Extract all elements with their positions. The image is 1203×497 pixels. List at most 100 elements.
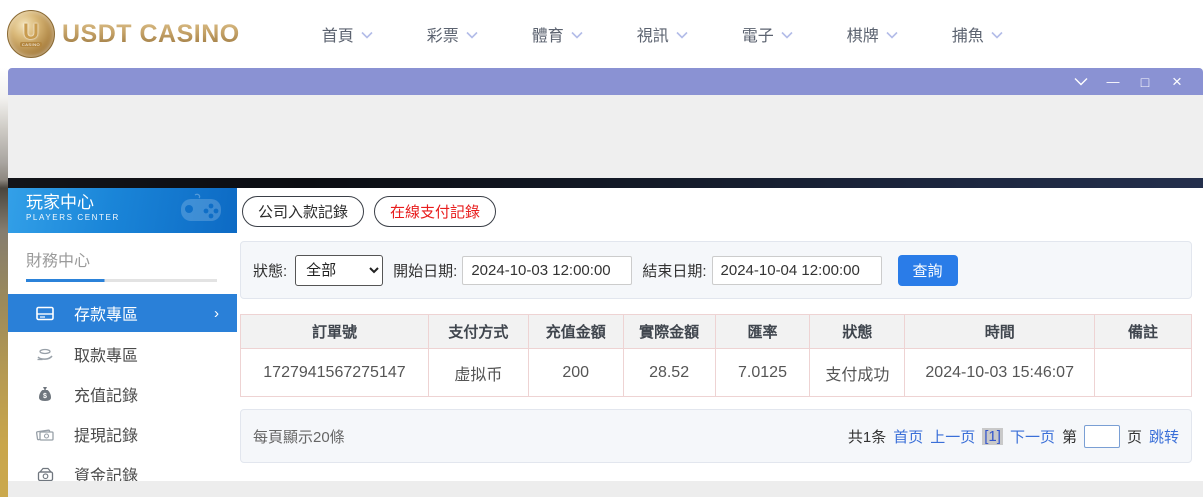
sidebar-menu: 存款專區 › 取款專區 $ 充值記錄 提現記錄 資金記錄: [8, 294, 237, 494]
background-image-strip: [0, 68, 8, 497]
next-page-link[interactable]: 下一页: [1010, 426, 1055, 447]
nav-label: 捕魚: [951, 28, 984, 45]
col-header-time: 時間: [904, 314, 1096, 349]
records-table: 訂單號 支付方式 充值金額 實際金額 匯率 狀態 時間 備註 172794156…: [240, 314, 1192, 397]
nav-item-sports[interactable]: 體育: [505, 22, 610, 46]
logo-sub-label: CASINO: [19, 41, 43, 47]
sidebar-item-withdraw-zone[interactable]: 取款專區: [8, 334, 237, 374]
pagination-panel: 每頁顯示20條 共1条 首页 上一页 [1] 下一页 第 页 跳转: [240, 409, 1192, 463]
cell-recharge-amount: 200: [527, 348, 624, 397]
col-header-actual-amount: 實際金額: [622, 314, 716, 349]
filter-panel: 狀態: 全部 開始日期: 結束日期: 查詢: [240, 241, 1192, 299]
chevron-down-icon: [991, 31, 1003, 39]
nav-item-home[interactable]: 首頁: [295, 22, 400, 46]
sidebar-header: 玩家中心 PLAYERS CENTER: [8, 188, 237, 233]
col-header-status: 狀態: [809, 314, 906, 349]
logo-letter: U: [23, 18, 39, 44]
end-date-input[interactable]: [711, 255, 882, 285]
menu-label: 取款專區: [74, 348, 139, 365]
nav-label: 電子: [741, 28, 774, 45]
query-button[interactable]: 查詢: [897, 254, 958, 286]
start-date-label: 開始日期:: [393, 262, 458, 280]
col-header-remark: 備註: [1094, 314, 1192, 349]
col-header-order-no: 訂單號: [240, 314, 429, 349]
status-select[interactable]: 全部: [295, 254, 384, 286]
chevron-down-icon: [361, 31, 373, 39]
nav-item-slots[interactable]: 電子: [715, 22, 820, 46]
first-page-link[interactable]: 首页: [893, 426, 923, 447]
jump-prefix-label: 第: [1061, 428, 1077, 446]
cell-actual-amount: 28.52: [622, 348, 716, 397]
menu-label: 存款專區: [74, 307, 139, 324]
tab-online-payment-records[interactable]: 在線支付記錄: [374, 196, 497, 227]
nav-label: 體育: [531, 28, 564, 45]
chevron-right-icon: ›: [214, 304, 219, 322]
page-size-text: 每頁顯示20條: [253, 428, 345, 446]
menu-label: 充值記錄: [74, 388, 139, 405]
dark-divider-band: [8, 178, 1203, 188]
nav-label: 視訊: [636, 28, 669, 45]
sidebar-item-recharge-records[interactable]: $ 充值記錄: [8, 374, 237, 414]
recharge-moneybag-icon: $: [36, 386, 54, 402]
window-minimize-icon[interactable]: —: [1097, 68, 1129, 95]
nav-item-fishing[interactable]: 捕魚: [925, 22, 1030, 46]
cell-remark: [1094, 348, 1192, 397]
nav-label: 棋牌: [846, 28, 879, 45]
brand-logo[interactable]: U CASINO USDT CASINO: [7, 10, 240, 58]
end-date-label: 結束日期:: [642, 262, 707, 280]
app-window: — □ × 玩家中心 PLAYERS CENTER 財務中心 存款專區 › 取款…: [8, 68, 1203, 497]
main-panel: 公司入款記錄 在線支付記錄 狀態: 全部 開始日期: 結束日期: 查詢: [240, 188, 1192, 463]
main-menu: 首頁 彩票 體育 視訊 電子 棋牌 捕魚: [295, 22, 1030, 46]
table-header-row: 訂單號 支付方式 充值金額 實際金額 匯率 狀態 時間 備註: [240, 314, 1192, 349]
current-page-indicator: [1]: [982, 427, 1003, 445]
sidebar-item-deposit-zone[interactable]: 存款專區 ›: [8, 294, 237, 332]
cell-pay-method: 虚拟币: [427, 348, 529, 397]
nav-item-lottery[interactable]: 彩票: [400, 22, 505, 46]
sidebar-item-withdrawal-records[interactable]: 提現記錄: [8, 414, 237, 454]
chevron-down-icon: [676, 31, 688, 39]
chevron-down-icon: [886, 31, 898, 39]
brand-name: USDT CASINO: [62, 19, 240, 48]
jump-action-link[interactable]: 跳转: [1149, 426, 1179, 447]
section-divider: [26, 279, 217, 282]
funds-record-icon: [36, 467, 54, 482]
finance-center-heading: 財務中心: [26, 253, 91, 270]
cell-time: 2024-10-03 15:46:07: [904, 348, 1096, 397]
sidebar: 玩家中心 PLAYERS CENTER 財務中心 存款專區 › 取款專區 $ 充…: [8, 188, 237, 485]
chevron-down-icon: [781, 31, 793, 39]
start-date-input[interactable]: [462, 255, 633, 285]
prev-page-link[interactable]: 上一页: [930, 426, 975, 447]
window-close-icon[interactable]: ×: [1161, 68, 1193, 95]
nav-item-cards[interactable]: 棋牌: [820, 22, 925, 46]
window-titlebar: — □ ×: [8, 68, 1203, 95]
cell-order-no: 1727941567275147: [240, 348, 429, 397]
col-header-pay-method: 支付方式: [427, 314, 529, 349]
page-jump-input[interactable]: [1083, 424, 1120, 448]
nav-item-live[interactable]: 視訊: [610, 22, 715, 46]
jump-suffix-label: 页: [1126, 428, 1142, 446]
nav-label: 首頁: [321, 28, 354, 45]
status-label: 狀態:: [253, 262, 288, 280]
window-collapse-icon[interactable]: [1065, 68, 1097, 95]
chevron-down-icon: [466, 31, 478, 39]
chevron-down-icon: [571, 31, 583, 39]
table-row: 1727941567275147 虚拟币 200 28.52 7.0125 支付…: [240, 348, 1192, 397]
total-count-text: 共1条: [847, 428, 887, 446]
svg-text:$: $: [43, 393, 47, 400]
window-maximize-icon[interactable]: □: [1129, 68, 1161, 95]
pager: 共1条 首页 上一页 [1] 下一页 第 页 跳转: [847, 424, 1179, 448]
col-header-exchange-rate: 匯率: [714, 314, 811, 349]
cell-exchange-rate: 7.0125: [714, 348, 811, 397]
gamepad-icon: [175, 193, 223, 228]
withdraw-hand-icon: [36, 347, 54, 362]
bottom-strip: [8, 481, 1203, 497]
window-blank-area: [8, 95, 1203, 178]
usdt-logo-icon: U CASINO: [7, 10, 55, 58]
tab-company-deposit-records[interactable]: 公司入款記錄: [242, 196, 365, 227]
deposit-card-icon: [36, 306, 54, 321]
top-nav: U CASINO USDT CASINO 首頁 彩票 體育 視訊 電子 棋牌 捕…: [0, 0, 1203, 68]
window-content: 玩家中心 PLAYERS CENTER 財務中心 存款專區 › 取款專區 $ 充…: [8, 188, 1203, 497]
nav-label: 彩票: [426, 28, 459, 45]
cash-notes-icon: [36, 427, 54, 441]
col-header-recharge-amount: 充值金額: [527, 314, 624, 349]
